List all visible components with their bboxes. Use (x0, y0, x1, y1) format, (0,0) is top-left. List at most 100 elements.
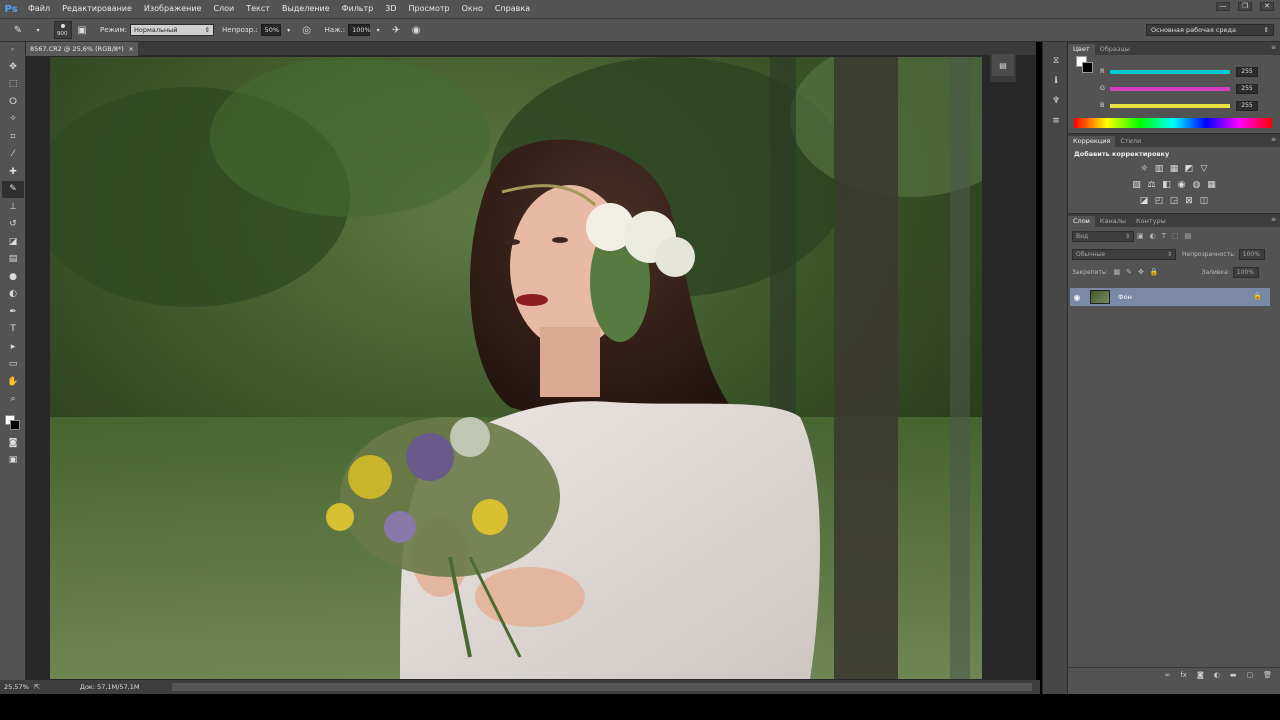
lasso-tool-icon[interactable]: ⵔ (2, 93, 24, 111)
curves-icon[interactable]: ▦ (1169, 164, 1179, 174)
pressure-size-icon[interactable]: ◉ (409, 23, 423, 37)
photo-filter-icon[interactable]: ◉ (1177, 180, 1187, 190)
color-lookup-icon[interactable]: ▦ (1207, 180, 1217, 190)
new-adjustment-layer-icon[interactable]: ◐ (1214, 671, 1220, 679)
menu-help[interactable]: Справка (489, 0, 536, 18)
color-swatches[interactable] (2, 412, 24, 434)
brush-preset-icon[interactable]: ✎ (11, 23, 25, 37)
layer-opacity-field[interactable]: 100% (1238, 248, 1265, 260)
gradient-tool-icon[interactable]: ▤ (2, 251, 24, 269)
new-layer-icon[interactable]: ▢ (1246, 671, 1253, 679)
tab-adjustments[interactable]: Коррекция (1068, 136, 1116, 147)
menu-3d[interactable]: 3D (379, 0, 402, 18)
path-select-tool-icon[interactable]: ▸ (2, 338, 24, 356)
flow-field[interactable]: 100% (348, 24, 371, 36)
restore-button[interactable]: ❐ (1238, 2, 1252, 11)
panel-menu-icon[interactable]: ≡ (1271, 216, 1276, 223)
canvas-area[interactable] (26, 56, 1036, 680)
blur-tool-icon[interactable]: ● (2, 268, 24, 286)
minimize-button[interactable]: — (1216, 2, 1230, 11)
layer-fill-field[interactable]: 100% (1232, 266, 1259, 278)
flow-dropdown-icon[interactable]: ▾ (373, 23, 383, 37)
panel-menu-icon[interactable]: ≡ (1271, 44, 1276, 51)
tab-paths[interactable]: Контуры (1131, 216, 1171, 227)
hand-tool-icon[interactable]: ✋ (2, 373, 24, 391)
brightness-icon[interactable]: ☼ (1139, 164, 1149, 174)
stamp-tool-icon[interactable]: ⊥ (2, 198, 24, 216)
opacity-dropdown-icon[interactable]: ▾ (284, 23, 294, 37)
lock-all-icon[interactable]: 🔒 (1150, 268, 1159, 276)
crop-tool-icon[interactable]: ⌗ (2, 128, 24, 146)
eyedropper-tool-icon[interactable]: ⁄ (2, 146, 24, 164)
color-spectrum-bar[interactable] (1074, 118, 1272, 128)
brush-preset-panel-icon[interactable]: ♆ (1045, 92, 1067, 110)
red-track[interactable] (1110, 70, 1230, 74)
shape-filter-icon[interactable]: ⬚ (1172, 232, 1179, 240)
quick-select-tool-icon[interactable]: ✧ (2, 111, 24, 129)
zoom-level[interactable]: 25,57% (4, 683, 34, 691)
eraser-tool-icon[interactable]: ◪ (2, 233, 24, 251)
threshold-icon[interactable]: ◲ (1169, 196, 1179, 206)
pen-tool-icon[interactable]: ✒ (2, 303, 24, 321)
layer-mask-icon[interactable]: ◙ (1197, 671, 1204, 679)
delete-layer-icon[interactable]: 🗑 (1263, 671, 1272, 679)
zoom-tool-icon[interactable]: ⌕ (2, 391, 24, 409)
background-color-swatch[interactable] (1082, 62, 1093, 73)
menu-type[interactable]: Текст (240, 0, 276, 18)
photo-canvas[interactable] (50, 57, 982, 679)
layer-style-icon[interactable]: fx (1180, 671, 1187, 679)
hue-saturation-icon[interactable]: ▨ (1132, 180, 1142, 190)
lock-pixels-icon[interactable]: ✎ (1126, 268, 1132, 276)
brush-tool-icon[interactable]: ✎ (2, 180, 24, 198)
dodge-tool-icon[interactable]: ◐ (2, 286, 24, 304)
menu-image[interactable]: Изображение (138, 0, 208, 18)
panel-menu-icon[interactable]: ≡ (1271, 136, 1276, 143)
menu-window[interactable]: Окно (456, 0, 489, 18)
adjustment-filter-icon[interactable]: ◐ (1150, 232, 1156, 240)
type-tool-icon[interactable]: T (2, 321, 24, 339)
properties-icon[interactable]: ≡ (1045, 112, 1067, 130)
menu-file[interactable]: Файл (22, 0, 56, 18)
background-color-swatch[interactable] (10, 420, 20, 430)
menu-edit[interactable]: Редактирование (56, 0, 138, 18)
tab-layers[interactable]: Слои (1068, 216, 1095, 227)
smart-object-filter-icon[interactable]: ▤ (1185, 232, 1192, 240)
horizontal-scrollbar[interactable] (172, 683, 1032, 691)
invert-icon[interactable]: ◪ (1139, 196, 1149, 206)
green-value[interactable]: 255 (1236, 84, 1258, 94)
tab-swatches[interactable]: Образцы (1095, 44, 1135, 55)
lock-position-icon[interactable]: ✥ (1138, 268, 1144, 276)
panel-collapse-icon[interactable]: » (0, 42, 25, 58)
chevron-down-icon[interactable]: ▾ (31, 23, 45, 37)
vibrance-icon[interactable]: ▽ (1199, 164, 1209, 174)
menu-select[interactable]: Выделение (276, 0, 336, 18)
tab-color[interactable]: Цвет (1068, 44, 1095, 55)
menu-layer[interactable]: Слои (207, 0, 240, 18)
brush-panel-toggle-icon[interactable]: ▣ (75, 23, 89, 37)
blue-slider[interactable]: B 255 (1100, 101, 1276, 113)
healing-tool-icon[interactable]: ✚ (2, 163, 24, 181)
layer-item[interactable]: ◉ Фон 🔒 (1070, 288, 1270, 306)
mode-select[interactable]: Нормальный ⇕ (130, 24, 215, 36)
exposure-icon[interactable]: ◩ (1184, 164, 1194, 174)
color-balance-icon[interactable]: ⚖ (1147, 180, 1157, 190)
new-group-icon[interactable]: ▬ (1230, 671, 1237, 679)
tab-channels[interactable]: Каналы (1095, 216, 1131, 227)
tab-styles[interactable]: Стили (1115, 136, 1146, 147)
red-slider[interactable]: R 255 (1100, 67, 1276, 79)
quick-mask-icon[interactable]: ◙ (2, 434, 24, 452)
history-icon[interactable]: ⧖ (1045, 52, 1067, 70)
brush-size-picker[interactable]: 900 (54, 21, 72, 39)
menu-view[interactable]: Просмотр (403, 0, 456, 18)
info-icon[interactable]: ℹ (1045, 72, 1067, 90)
screen-mode-icon[interactable]: ▣ (2, 452, 24, 470)
blue-track[interactable] (1110, 104, 1230, 108)
link-layers-icon[interactable]: ∞ (1165, 671, 1171, 679)
selective-color-icon[interactable]: ⊠ (1184, 196, 1194, 206)
lock-transparent-icon[interactable]: ▦ (1114, 268, 1121, 276)
document-tab[interactable]: 8567.CR2 @ 25,6% (RGB/8*) × (26, 42, 138, 56)
history-panel-icon[interactable]: ▤ (992, 54, 1014, 76)
history-brush-tool-icon[interactable]: ↺ (2, 216, 24, 234)
pixel-filter-icon[interactable]: ▣ (1137, 232, 1144, 240)
red-value[interactable]: 255 (1236, 67, 1258, 77)
